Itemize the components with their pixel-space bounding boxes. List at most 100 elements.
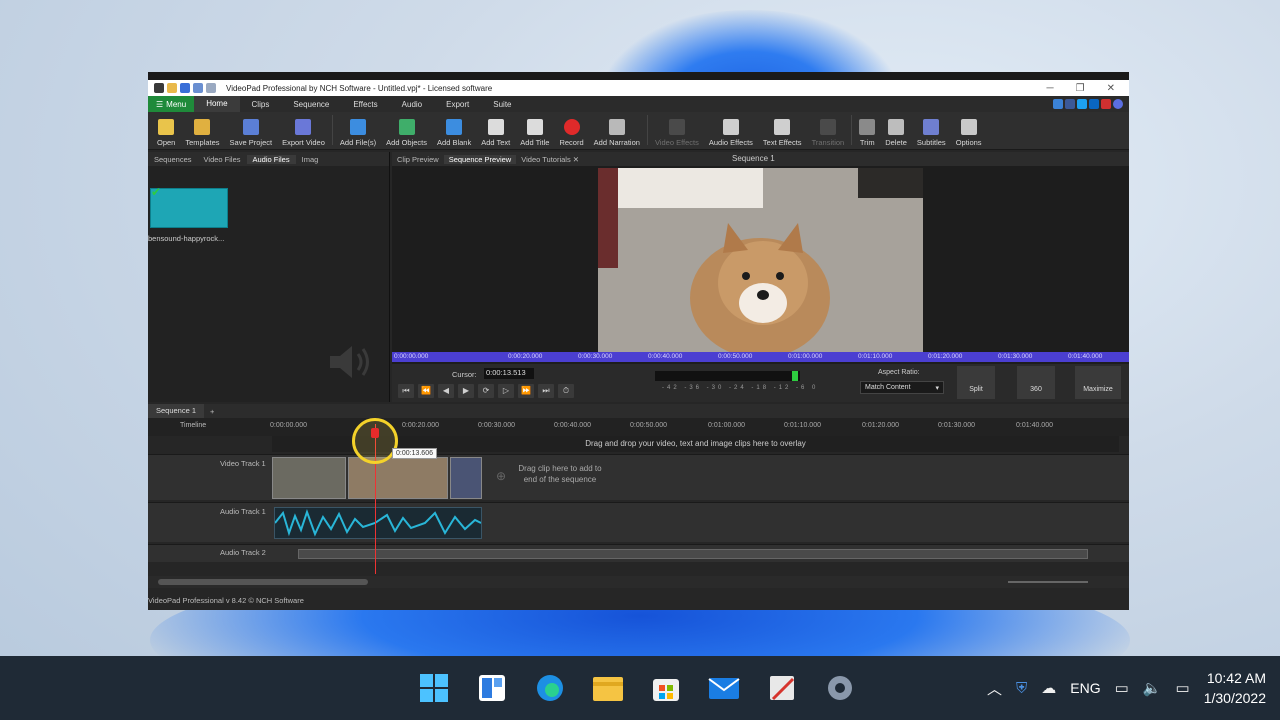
next-frame-icon[interactable]: ⏩ xyxy=(518,384,534,398)
360-button[interactable]: 360 xyxy=(1017,366,1055,399)
add-title-button[interactable]: Add Title xyxy=(515,119,554,147)
volume-icon[interactable]: 🔈 xyxy=(1143,679,1162,697)
tab-clips[interactable]: Clips xyxy=(240,100,282,109)
microsoft-store-icon[interactable] xyxy=(648,670,684,706)
tab-clip-preview[interactable]: Clip Preview xyxy=(392,155,444,164)
audio-track-2-lane[interactable] xyxy=(298,549,1088,559)
text-effects-button[interactable]: Text Effects xyxy=(758,119,807,147)
onedrive-cloud-icon[interactable]: ☁ xyxy=(1041,679,1056,697)
video-effects-button[interactable]: Video Effects xyxy=(650,119,704,147)
open-button[interactable]: Open xyxy=(152,119,180,147)
tab-effects[interactable]: Effects xyxy=(341,100,389,109)
video-clip-3[interactable] xyxy=(450,457,482,499)
menu-button[interactable]: ☰ Menu xyxy=(148,96,195,112)
export-video-button[interactable]: Export Video xyxy=(277,119,330,147)
tab-images[interactable]: Imag xyxy=(296,155,325,164)
video-clip-1[interactable] xyxy=(272,457,346,499)
templates-icon xyxy=(194,119,211,135)
audio-file-thumbnail[interactable]: ✔ xyxy=(150,185,228,228)
audio-clip[interactable] xyxy=(274,507,482,539)
battery-icon[interactable]: ▭ xyxy=(1176,679,1190,697)
cursor-value[interactable]: 0:00:13.513 xyxy=(484,368,534,379)
aspect-ratio-select[interactable]: Match Content ▾ xyxy=(860,381,944,394)
toolbar-divider xyxy=(646,114,648,145)
tab-sequence-1[interactable]: Sequence 1 xyxy=(148,404,205,418)
linkedin-icon[interactable] xyxy=(1089,99,1099,109)
title-icon xyxy=(526,119,543,135)
transport-buttons: ⏮ ⏪ ◀ ▶ ⟳ ▷ ⏩ ⏭ ⏱ xyxy=(398,384,574,398)
chevron-up-icon[interactable]: ︿ xyxy=(987,678,1002,699)
add-sequence-icon[interactable]: + xyxy=(204,407,220,416)
tab-suite[interactable]: Suite xyxy=(481,100,523,109)
audio-effects-button[interactable]: Audio Effects xyxy=(704,119,758,147)
aspect-ratio-label: Aspect Ratio: xyxy=(878,369,920,376)
tab-video-files[interactable]: Video Files xyxy=(198,155,247,164)
options-button[interactable]: Options xyxy=(951,119,987,147)
tab-video-tutorials[interactable]: Video Tutorials ✕ xyxy=(516,155,584,164)
settings-icon[interactable] xyxy=(822,670,858,706)
ruler-tick: 0:00:50.000 xyxy=(630,422,667,429)
scrollbar-thumb[interactable] xyxy=(158,579,368,585)
clock[interactable]: 10:42 AM 1/30/2022 xyxy=(1204,668,1266,708)
split-button[interactable]: Split xyxy=(957,366,995,399)
restore-button[interactable]: ❐ xyxy=(1076,83,1085,94)
youtube-icon[interactable] xyxy=(1101,99,1111,109)
undo-icon[interactable] xyxy=(193,83,203,93)
save-project-button[interactable]: Save Project xyxy=(225,119,278,147)
add-narration-button[interactable]: Add Narration xyxy=(589,119,645,147)
step-back-icon[interactable]: ◀ xyxy=(438,384,454,398)
help-icon[interactable] xyxy=(1113,99,1123,109)
aspect-ratio-value: Match Content xyxy=(865,384,911,391)
timeline-scrollbar[interactable] xyxy=(148,576,1129,588)
language-indicator[interactable]: ENG xyxy=(1070,680,1100,696)
snipping-tool-icon[interactable] xyxy=(764,670,800,706)
add-files-button[interactable]: Add File(s) xyxy=(335,119,381,147)
templates-button[interactable]: Templates xyxy=(180,119,224,147)
network-icon[interactable]: ▭ xyxy=(1115,679,1129,697)
edge-icon[interactable] xyxy=(532,670,568,706)
delete-button[interactable]: Delete xyxy=(880,119,912,147)
open-qat-icon[interactable] xyxy=(167,83,177,93)
minimize-button[interactable]: ─ xyxy=(1047,83,1054,94)
add-text-button[interactable]: Add Text xyxy=(476,119,515,147)
twitter-icon[interactable] xyxy=(1077,99,1087,109)
start-icon[interactable] xyxy=(416,670,452,706)
tab-audio[interactable]: Audio xyxy=(390,100,434,109)
tab-sequences[interactable]: Sequences xyxy=(148,155,198,164)
playhead-marker[interactable] xyxy=(371,428,379,438)
maximize-button[interactable]: Maximize xyxy=(1075,366,1121,399)
zoom-slider[interactable] xyxy=(1008,581,1088,583)
play-icon[interactable]: ▶ xyxy=(458,384,474,398)
go-to-end-icon[interactable]: ⏭ xyxy=(538,384,554,398)
tab-home[interactable]: Home xyxy=(194,96,240,112)
tab-sequence[interactable]: Sequence xyxy=(281,100,341,109)
speed-icon[interactable]: ⏱ xyxy=(558,384,574,398)
facebook-icon[interactable] xyxy=(1065,99,1075,109)
timeline-ruler[interactable]: Timeline 0:00:00.000 0:00:20.000 0:00:30… xyxy=(148,418,1129,436)
add-blank-label: Add Blank xyxy=(437,138,472,147)
like-icon[interactable] xyxy=(1053,99,1063,109)
file-explorer-icon[interactable] xyxy=(590,670,626,706)
widgets-icon[interactable] xyxy=(474,670,510,706)
previous-frame-icon[interactable]: ⏪ xyxy=(418,384,434,398)
transition-button[interactable]: Transition xyxy=(807,119,850,147)
add-objects-button[interactable]: Add Objects xyxy=(381,119,432,147)
subtitles-button[interactable]: Subtitles xyxy=(912,119,951,147)
step-forward-icon[interactable]: ▷ xyxy=(498,384,514,398)
tab-audio-files[interactable]: Audio Files xyxy=(246,154,296,164)
save-qat-icon[interactable] xyxy=(180,83,190,93)
trim-button[interactable]: Trim xyxy=(854,119,880,147)
mail-icon[interactable] xyxy=(706,670,742,706)
go-to-start-icon[interactable]: ⏮ xyxy=(398,384,414,398)
video-clip-2[interactable] xyxy=(348,457,448,499)
add-blank-button[interactable]: Add Blank xyxy=(432,119,476,147)
record-button[interactable]: Record xyxy=(554,119,588,147)
ruler-tick: 0:00:40.000 xyxy=(554,422,591,429)
security-shield-icon[interactable]: ⛨ xyxy=(1016,680,1027,697)
loop-icon[interactable]: ⟳ xyxy=(478,384,494,398)
tab-export[interactable]: Export xyxy=(434,100,481,109)
tab-sequence-preview[interactable]: Sequence Preview xyxy=(443,154,517,164)
close-button[interactable]: ✕ xyxy=(1107,83,1115,94)
redo-icon[interactable] xyxy=(206,83,216,93)
preview-ruler[interactable]: 0:00:00.000 0:00:20.000 0:00:30.000 0:00… xyxy=(392,352,1129,362)
